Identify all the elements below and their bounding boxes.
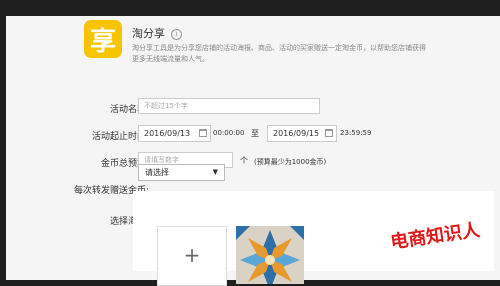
calendar-icon[interactable] xyxy=(199,129,207,137)
time-separator: 至 xyxy=(251,129,259,138)
share-app-icon: 享 xyxy=(84,20,122,58)
per-share-label: 每次转发赠送金币: xyxy=(73,186,149,196)
app-title: 淘分享 i xyxy=(132,25,182,41)
activity-name-input[interactable]: 不超过15个字 xyxy=(138,98,320,114)
per-share-selected: 请选择 xyxy=(145,168,169,177)
top-bar xyxy=(0,0,500,16)
end-date-input[interactable]: 2016/09/15 xyxy=(267,125,337,142)
poster-thumbnail[interactable] xyxy=(236,226,304,284)
end-date-value: 2016/09/15 xyxy=(273,129,320,138)
info-icon[interactable]: i xyxy=(171,29,182,40)
dropdown-caret-icon: ▼ xyxy=(212,168,218,176)
app-title-text: 淘分享 xyxy=(132,27,165,40)
mosaic-pattern-icon xyxy=(236,226,304,284)
activity-time-label: 活动起止时间: xyxy=(91,132,149,142)
end-time-value[interactable]: 23:59:59 xyxy=(340,129,371,137)
budget-hint: (预算最少为1000金币) xyxy=(254,158,327,166)
start-date-input[interactable]: 2016/09/13 xyxy=(138,125,211,142)
calendar-icon[interactable] xyxy=(325,129,333,137)
budget-label: 金币总预算: xyxy=(100,159,149,169)
budget-unit: 个 xyxy=(240,156,248,165)
poster-label: 选择海报: xyxy=(109,217,149,227)
add-poster-button[interactable]: + xyxy=(157,226,227,286)
app-description: 淘分享工具是为分享您店铺的活动海报、商品、活动的买家赠送一定淘金币，以帮助您店铺… xyxy=(132,44,426,63)
start-date-value: 2016/09/13 xyxy=(144,129,191,138)
start-time-value[interactable]: 00:00:00 xyxy=(213,129,244,137)
per-share-select[interactable]: 请选择 ▼ xyxy=(138,164,225,181)
activity-name-label: 活动名称: xyxy=(109,105,149,115)
